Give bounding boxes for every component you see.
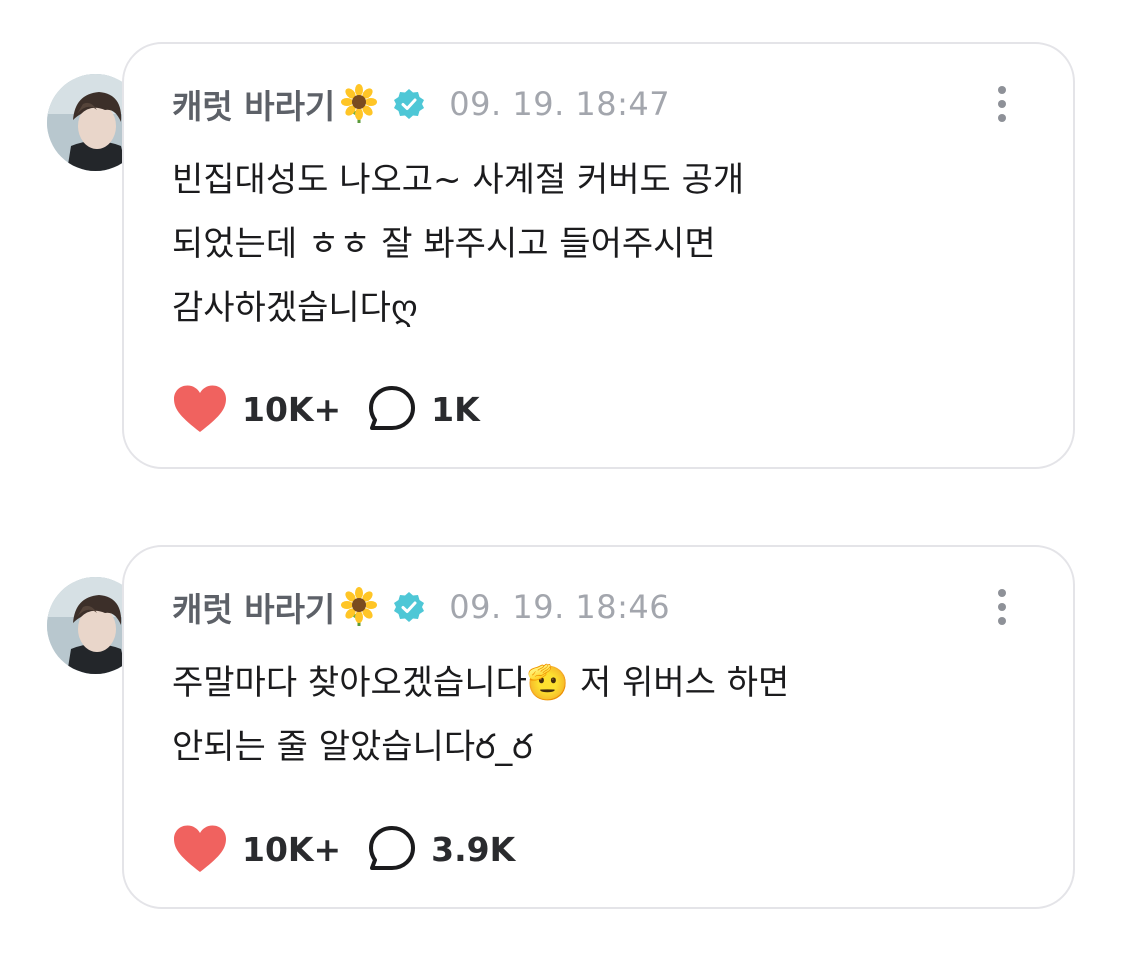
post-body: 빈집대성도 나오고~ 사계절 커버도 공개 되었는데 ㅎㅎ 잘 봐주시고 들어주…	[172, 148, 1012, 340]
verified-badge-icon	[393, 88, 425, 120]
comment-icon[interactable]	[367, 385, 417, 433]
post-header: 캐럿 바라기	[172, 82, 670, 126]
author-name[interactable]: 캐럿 바라기	[172, 583, 335, 631]
author-name[interactable]: 캐럿 바라기	[172, 80, 335, 128]
comment-count: 1K	[431, 389, 480, 429]
post-timestamp: 09. 19. 18:47	[449, 85, 671, 123]
post-card: 캐럿 바라기	[122, 545, 1075, 909]
comment-icon[interactable]	[367, 825, 417, 873]
more-options-icon[interactable]	[995, 84, 1009, 124]
post-card: 캐럿 바라기	[122, 42, 1075, 469]
post-body-line: 주말마다 찾아오겠습니다🫡 저 위버스 하면	[172, 663, 790, 703]
post-body-line: 되었는데 ㅎㅎ 잘 봐주시고 들어주시면	[172, 224, 716, 264]
post-actions: 10K+ 1K	[172, 383, 480, 435]
post-body-line: 안되는 줄 알았습니다ర_ర	[172, 727, 533, 767]
post-actions: 10K+ 3.9K	[172, 823, 515, 875]
heart-icon[interactable]	[172, 824, 228, 874]
like-count: 10K+	[242, 389, 342, 429]
comment-count: 3.9K	[431, 829, 516, 869]
heart-icon[interactable]	[172, 384, 228, 434]
post-timestamp: 09. 19. 18:46	[449, 588, 671, 626]
sunflower-icon	[339, 84, 379, 124]
post-body: 주말마다 찾아오겠습니다🫡 저 위버스 하면 안되는 줄 알았습니다ర_ర	[172, 651, 1012, 779]
post-body-line: 감사하겠습니다ღ	[172, 288, 418, 328]
verified-badge-icon	[393, 591, 425, 623]
more-options-icon[interactable]	[995, 587, 1009, 627]
sunflower-icon	[339, 587, 379, 627]
post-header: 캐럿 바라기	[172, 585, 670, 629]
post-body-line: 빈집대성도 나오고~ 사계절 커버도 공개	[172, 160, 745, 200]
like-count: 10K+	[242, 829, 342, 869]
